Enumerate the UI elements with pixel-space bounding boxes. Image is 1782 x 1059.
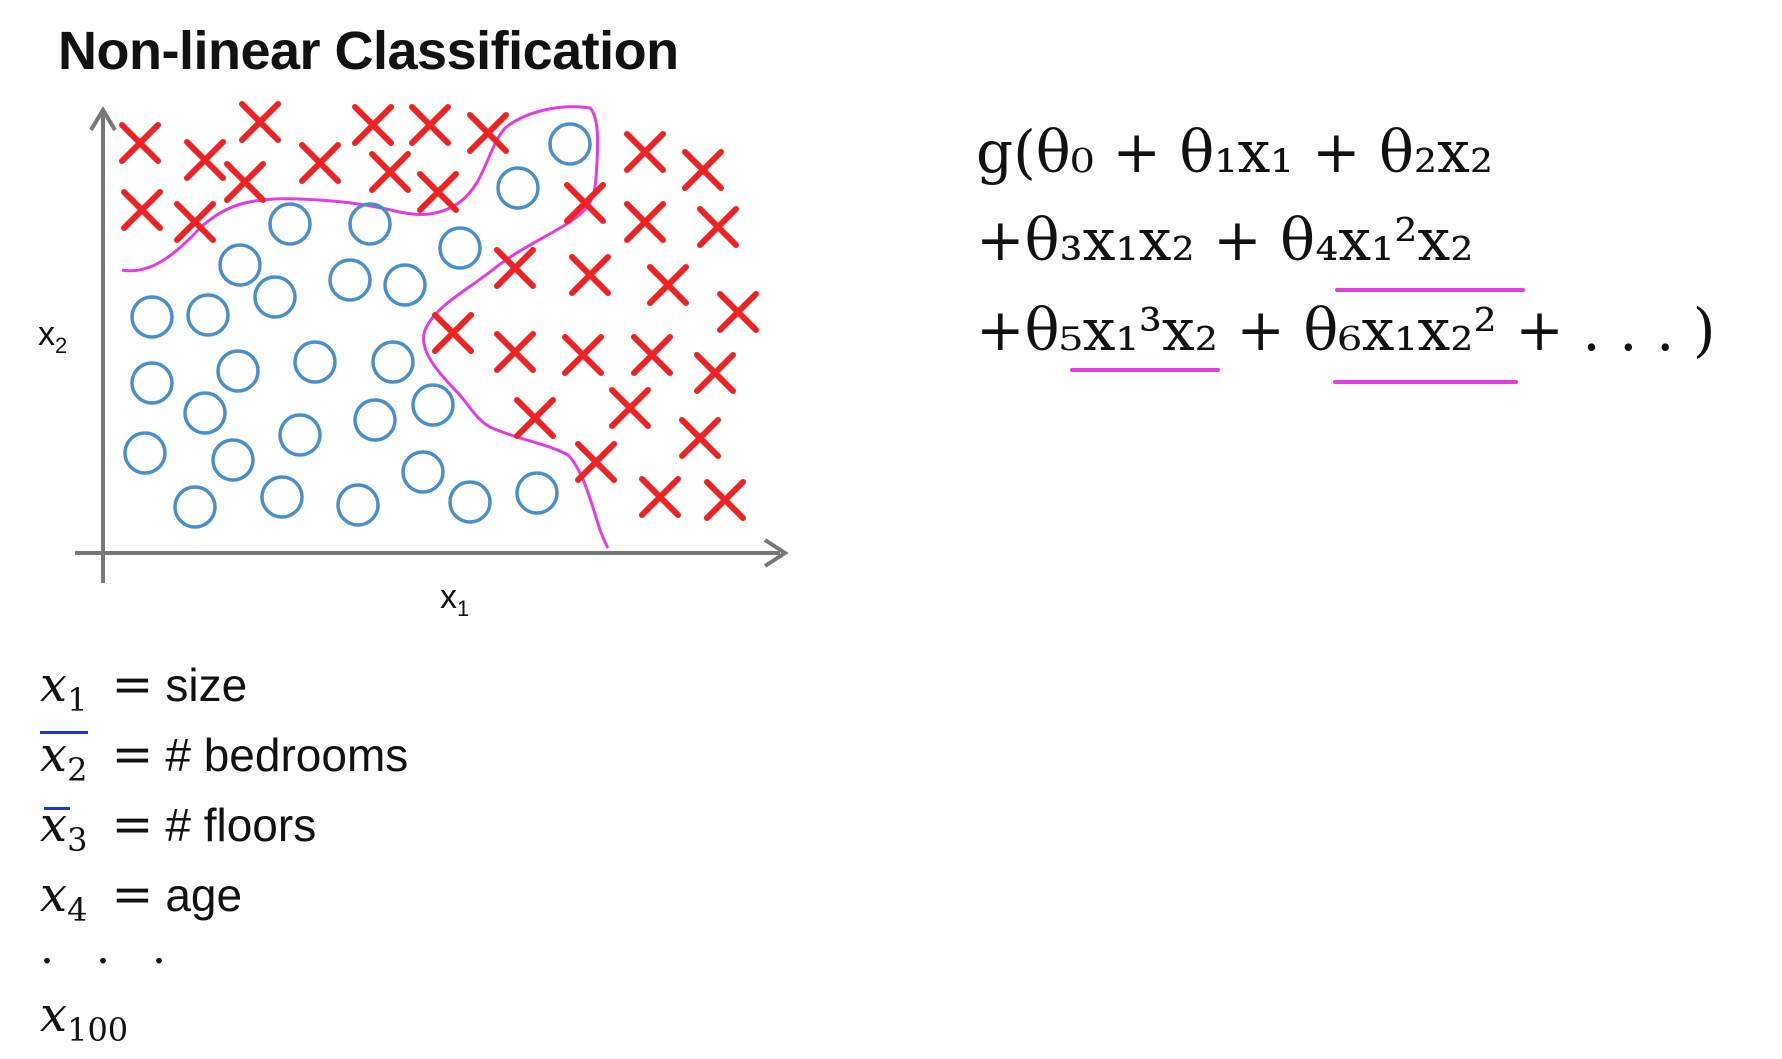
scatter-plot: [75, 101, 789, 583]
circle-marker-20: [211, 438, 255, 482]
circle-marker-14: [130, 361, 174, 405]
cross-marker-30: [639, 476, 681, 518]
x3-blue-mark: [44, 807, 70, 810]
feature-row-x2: x2 = # bedrooms: [40, 725, 409, 789]
cross-marker-7: [224, 161, 266, 203]
cross-marker-27: [609, 387, 651, 429]
cross-marker-5: [409, 104, 451, 146]
circle-marker-21: [401, 450, 445, 494]
cross-marker-28: [679, 417, 721, 459]
formula-line-1: g(θ₀ + θ₁x₁ + θ₂x₂: [976, 118, 1494, 186]
cross-marker-9: [417, 171, 459, 213]
cross-marker-15: [624, 201, 666, 243]
theta5-term-underline: [1070, 368, 1220, 372]
circle-marker-22: [260, 475, 304, 519]
cross-marker-10: [121, 189, 163, 231]
cross-marker-8: [369, 151, 411, 193]
circle-marker-7: [383, 263, 427, 307]
x1-axis-label: x1: [440, 578, 470, 621]
circle-marker-16: [183, 391, 227, 435]
formula-line-2: +θ₃x₁x₂ + θ₄x₁²x₂: [976, 206, 1474, 274]
cross-marker-29: [575, 441, 617, 483]
cross-marker-21: [432, 312, 474, 354]
x2-axis-label: x2: [38, 315, 68, 358]
circle-marker-3: [348, 202, 392, 246]
circle-marker-18: [278, 413, 322, 457]
circle-marker-9: [130, 295, 174, 339]
circle-marker-26: [515, 471, 559, 515]
cross-marker-13: [624, 131, 666, 173]
cross-marker-31: [704, 479, 746, 521]
cross-marker-18: [569, 254, 611, 296]
circle-marker-6: [328, 258, 372, 302]
circle-marker-5: [218, 243, 262, 287]
cross-marker-24: [631, 334, 673, 376]
circle-marker-2: [268, 202, 312, 246]
cross-marker-25: [694, 352, 736, 394]
circle-marker-24: [336, 483, 380, 527]
cross-marker-0: [119, 122, 161, 164]
circle-marker-0: [548, 122, 592, 166]
circle-marker-11: [216, 349, 260, 393]
cross-marker-12: [564, 182, 606, 224]
theta6-top-underline: [1335, 288, 1525, 292]
feature-ellipsis: . . .: [40, 923, 180, 974]
cross-marker-22: [494, 331, 536, 373]
formula-line-3: +θ₅x₁³x₂ + θ₆x₁x₂² + . . . ): [976, 296, 1716, 364]
cross-marker-23: [562, 334, 604, 376]
cross-marker-14: [682, 149, 724, 191]
circle-marker-25: [448, 480, 492, 524]
circle-marker-23: [173, 485, 217, 529]
cross-marker-1: [184, 139, 226, 181]
theta6-term-underline: [1333, 380, 1518, 384]
feature-row-x3: x3 = # floors: [40, 795, 317, 859]
cross-marker-20: [717, 291, 759, 333]
circle-marker-19: [123, 431, 167, 475]
circle-marker-4: [438, 226, 482, 270]
circle-marker-10: [186, 293, 230, 337]
feature-row-x100: x100: [40, 987, 129, 1049]
circle-marker-15: [411, 383, 455, 427]
cross-marker-26: [514, 397, 556, 439]
circle-marker-12: [293, 340, 337, 384]
feature-row-x1: x1 = size: [40, 655, 248, 719]
circle-marker-17: [353, 398, 397, 442]
circle-marker-13: [371, 340, 415, 384]
class-circles: [123, 122, 592, 529]
cross-marker-3: [299, 142, 341, 184]
circle-marker-8: [253, 275, 297, 319]
cross-marker-16: [697, 206, 739, 248]
cross-marker-4: [352, 104, 394, 146]
circle-marker-1: [496, 166, 540, 210]
cross-marker-19: [647, 264, 689, 306]
cross-marker-2: [239, 101, 281, 143]
